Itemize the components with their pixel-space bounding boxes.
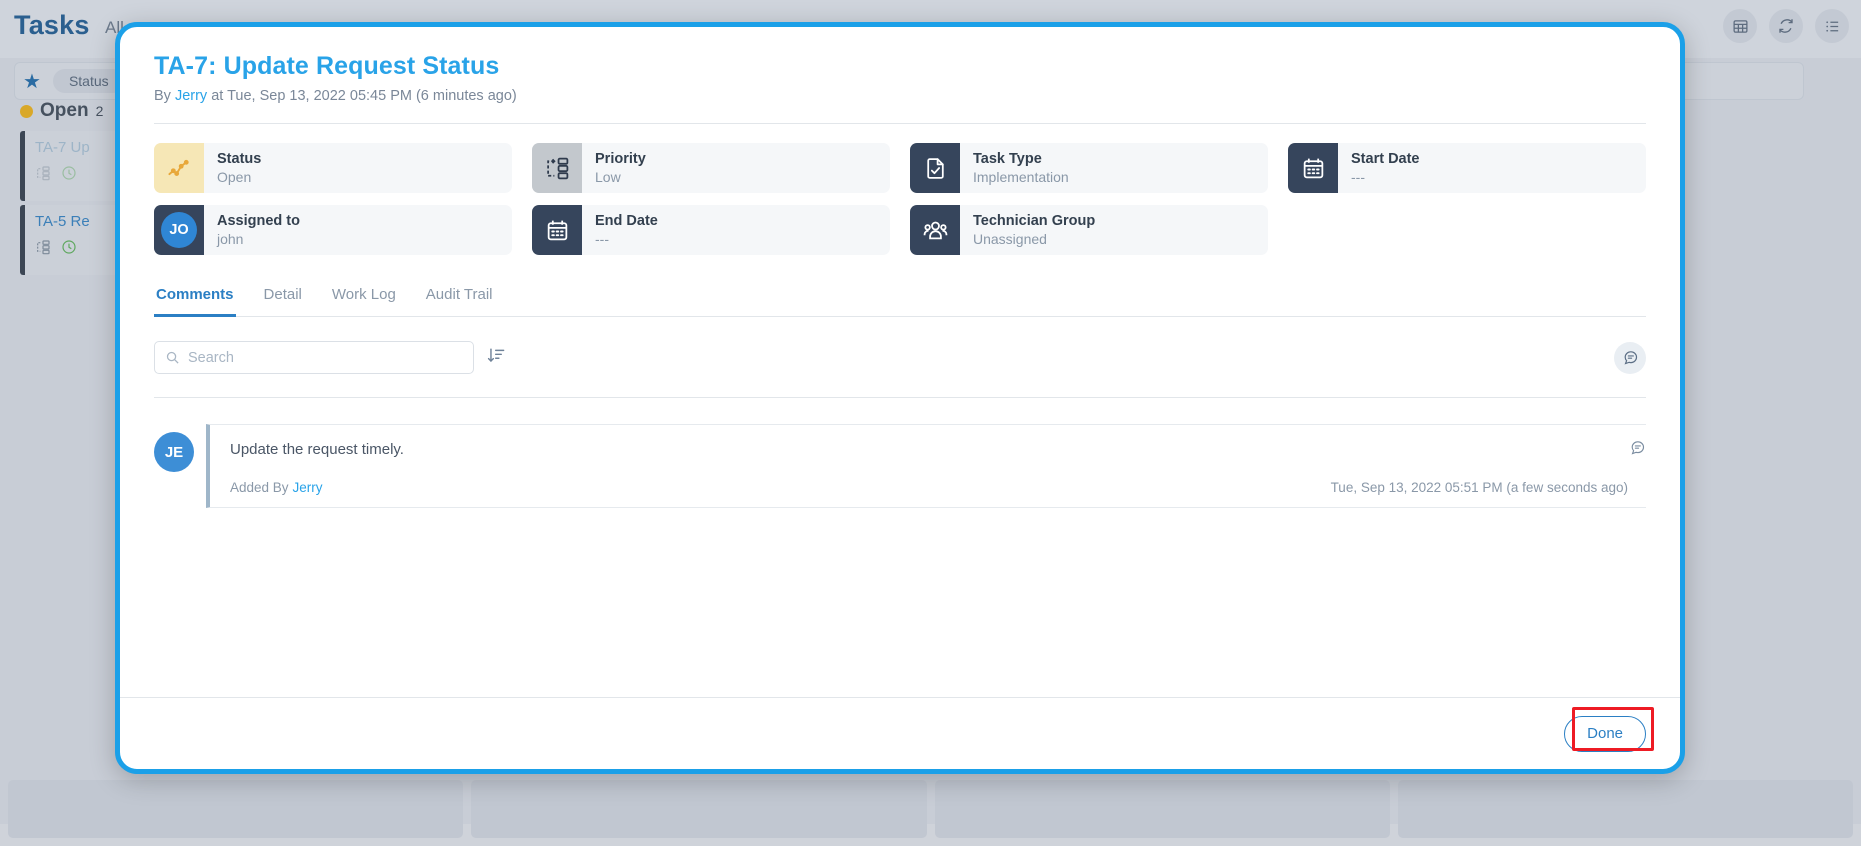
info-card-label: End Date (595, 212, 658, 229)
info-card-value: Open (217, 168, 252, 185)
avatar: JE (154, 432, 194, 472)
board-columns (0, 780, 1861, 846)
tab-audit-trail[interactable]: Audit Trail (424, 281, 495, 317)
modal-title: TA-7: Update Request Status (154, 52, 500, 80)
comment-author-link[interactable]: Jerry (293, 480, 323, 495)
info-card-label: Status (217, 150, 262, 167)
comment-toolbar (154, 341, 1646, 374)
info-card-text: Technician Group Unassigned (960, 205, 1095, 255)
board-column (8, 780, 464, 838)
line-chart-icon (154, 143, 204, 193)
comment-reply-icon[interactable] (1629, 439, 1646, 461)
task-detail-modal: TA-7: Update Request Status By Jerry at … (115, 22, 1685, 774)
priority-flow-icon (532, 143, 582, 193)
added-by-label: Added By (230, 480, 289, 495)
clock-icon (62, 166, 76, 180)
info-card-value: Unassigned (973, 230, 1047, 247)
info-card-grid: Status Open Priority Low Task Type Imple… (154, 143, 1646, 255)
subtitle-suffix: at Tue, Sep 13, 2022 05:45 PM (6 minutes… (211, 88, 517, 104)
filter-pill-status[interactable]: Status (52, 69, 125, 93)
info-card-text: Task Type Implementation (960, 143, 1069, 193)
subtitle-prefix: By (154, 88, 171, 104)
calendar-icon (1288, 143, 1338, 193)
comment-body: Update the request timely. Added By Jerr… (206, 424, 1646, 508)
search-icon (166, 351, 179, 364)
info-card-priority[interactable]: Priority Low (532, 143, 890, 193)
info-card-label: Priority (595, 150, 646, 167)
title-divider (154, 123, 1646, 124)
sort-descending-icon[interactable] (487, 346, 506, 370)
search-input[interactable] (188, 349, 463, 366)
info-card-technician-group[interactable]: Technician Group Unassigned (910, 205, 1268, 255)
info-card-value: --- (1351, 168, 1365, 185)
tab-comments[interactable]: Comments (154, 281, 236, 317)
comment-meta: Added By Jerry Tue, Sep 13, 2022 05:51 P… (230, 480, 1628, 495)
table-grid-icon[interactable] (1723, 9, 1757, 43)
done-button[interactable]: Done (1564, 715, 1646, 752)
calendar-icon (532, 205, 582, 255)
add-comment-button[interactable] (1614, 341, 1646, 374)
workflow-icon (37, 166, 50, 181)
clock-icon (62, 240, 76, 254)
tab-bar: Comments Detail Work Log Audit Trail (154, 281, 1646, 317)
subtitle-author-link[interactable]: Jerry (175, 88, 207, 104)
info-card-text: Priority Low (582, 143, 646, 193)
refresh-icon[interactable] (1769, 9, 1803, 43)
board-column (1397, 780, 1853, 838)
top-bar-actions (1723, 9, 1849, 43)
tab-work-log[interactable]: Work Log (330, 281, 398, 317)
info-card-value: Implementation (973, 168, 1069, 185)
info-card-start-date[interactable]: Start Date --- (1288, 143, 1646, 193)
document-check-icon (910, 143, 960, 193)
modal-subtitle: By Jerry at Tue, Sep 13, 2022 05:45 PM (… (154, 88, 1646, 104)
info-card-text: Start Date --- (1338, 143, 1420, 193)
assignee-avatar: JO (161, 212, 197, 248)
info-card-end-date[interactable]: End Date --- (532, 205, 890, 255)
search-box[interactable] (154, 341, 474, 374)
info-card-label: Assigned to (217, 212, 300, 229)
avatar-icon: JO (154, 205, 204, 255)
info-card-value: Low (595, 168, 621, 185)
info-card-status[interactable]: Status Open (154, 143, 512, 193)
info-card-label: Technician Group (973, 212, 1096, 229)
workflow-icon (37, 240, 50, 255)
info-card-task-type[interactable]: Task Type Implementation (910, 143, 1268, 193)
group-label: Open (40, 100, 89, 121)
group-count: 2 (95, 103, 104, 119)
info-card-text: Assigned to john (204, 205, 300, 255)
comment-list: JE Update the request timely. Added By J… (154, 424, 1646, 508)
board-column (934, 780, 1390, 838)
info-card-label: Start Date (1351, 150, 1420, 167)
people-group-icon (910, 205, 960, 255)
info-card-value: john (217, 230, 244, 247)
toolbar-divider (154, 397, 1646, 398)
board-column (471, 780, 927, 838)
info-card-text: Status Open (204, 143, 261, 193)
info-card-assigned-to[interactable]: JO Assigned to john (154, 205, 512, 255)
task-group-header: Open 2 (20, 100, 103, 122)
comment-item: JE Update the request timely. Added By J… (154, 424, 1646, 508)
comment-text: Update the request timely. (230, 441, 404, 458)
modal-body: TA-7: Update Request Status By Jerry at … (120, 27, 1680, 769)
star-icon[interactable]: ★ (23, 69, 41, 94)
modal-footer: Done (120, 697, 1680, 769)
list-view-icon[interactable] (1815, 9, 1849, 43)
status-dot-icon (20, 104, 33, 118)
page-title: Tasks (14, 10, 90, 40)
tab-detail[interactable]: Detail (262, 281, 304, 317)
comment-timestamp: Tue, Sep 13, 2022 05:51 PM (a few second… (1330, 480, 1628, 495)
info-card-text: End Date --- (582, 205, 658, 255)
info-card-value: --- (595, 230, 609, 247)
info-card-label: Task Type (973, 150, 1042, 167)
